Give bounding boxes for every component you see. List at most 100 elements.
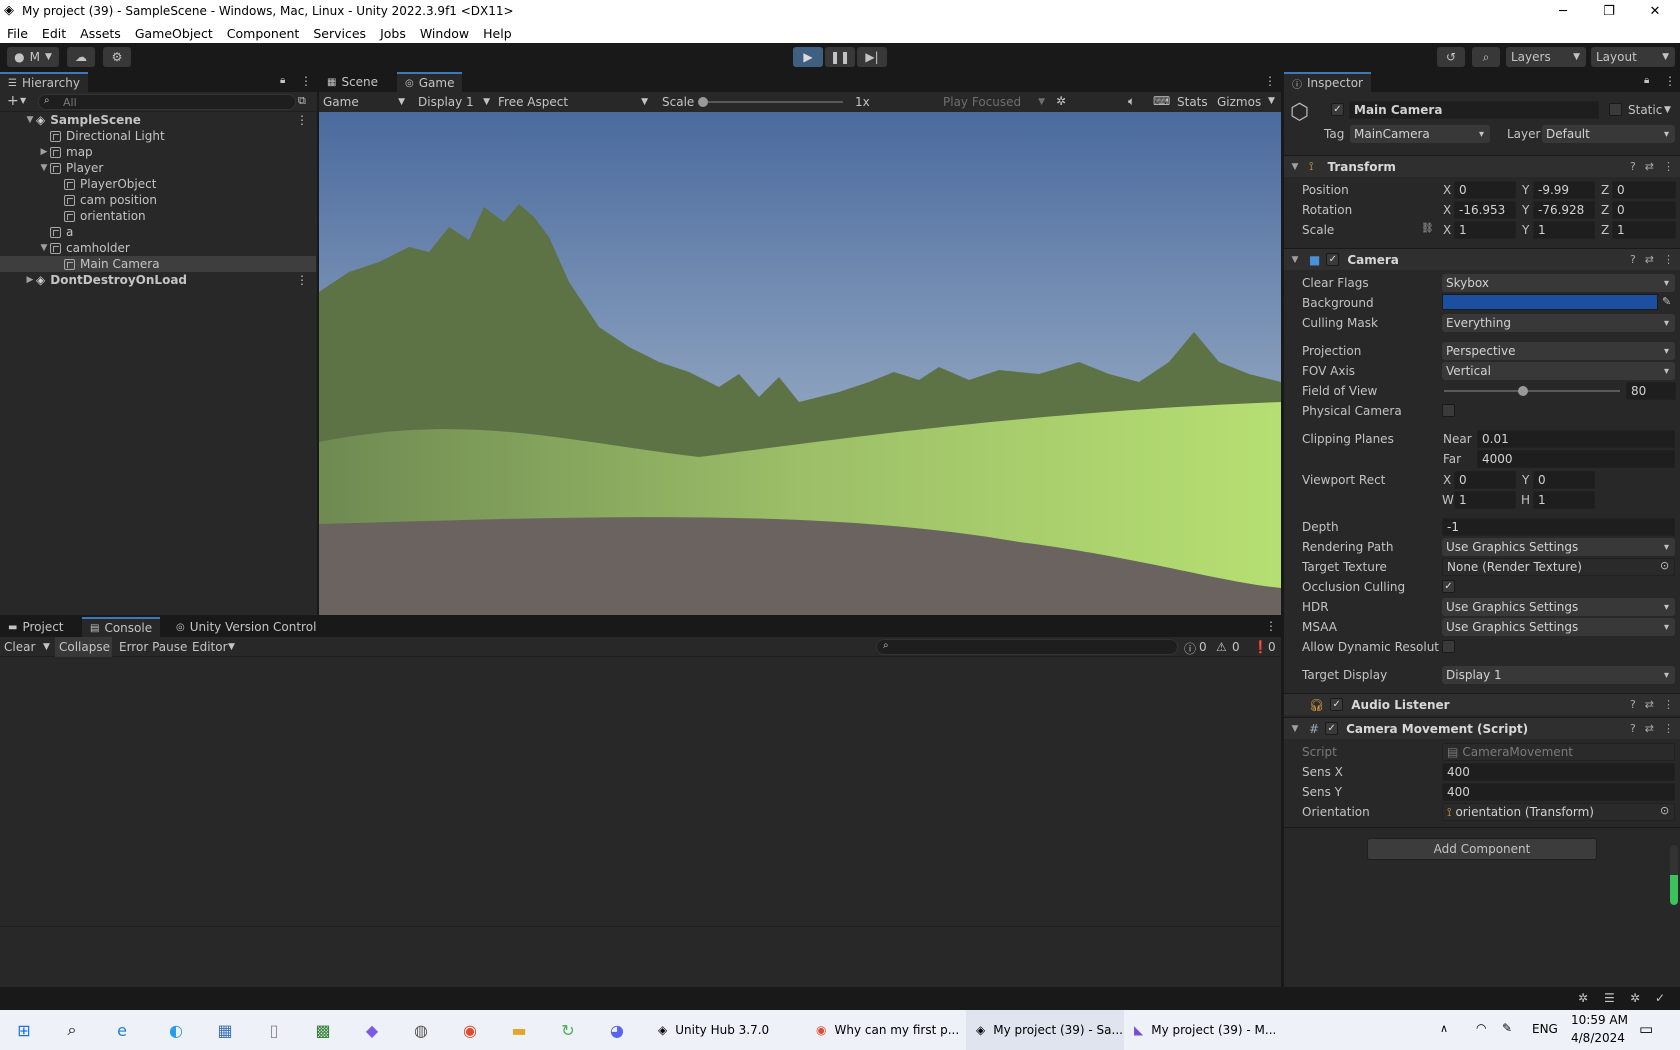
minecraft-icon[interactable]: ▩: [311, 1018, 335, 1042]
language-indicator[interactable]: ENG: [1532, 1022, 1558, 1036]
search-icon[interactable]: ⌕: [60, 1018, 84, 1042]
active-checkbox[interactable]: ✓: [1331, 103, 1344, 116]
bug-icon[interactable]: ✲: [1630, 991, 1640, 1005]
more-menu-icon[interactable]: ⋮: [296, 273, 308, 287]
internet-explorer-icon[interactable]: e: [110, 1018, 134, 1042]
preset-icon[interactable]: ⇄: [1645, 253, 1654, 266]
layer-dropdown[interactable]: Default: [1542, 125, 1675, 143]
chevron-down-icon[interactable]: ▼: [1664, 105, 1671, 115]
display-dropdown[interactable]: Display 1 ▼: [418, 93, 492, 111]
hdr-dropdown[interactable]: Use Graphics Settings: [1442, 598, 1675, 616]
more-menu-icon[interactable]: ⋮: [1663, 722, 1674, 735]
scene-visibility-icon[interactable]: ⧉: [298, 94, 306, 108]
hierarchy-item[interactable]: PlayerObject: [0, 176, 316, 192]
chevron-down-icon[interactable]: ▼: [228, 642, 235, 652]
collapse-toggle[interactable]: Collapse: [55, 637, 112, 657]
physical-camera-checkbox[interactable]: [1442, 404, 1455, 417]
tab-hierarchy[interactable]: ☰ Hierarchy: [0, 72, 88, 92]
rotation-x-field[interactable]: -16.953: [1454, 201, 1516, 219]
target-display-dropdown[interactable]: Display 1: [1442, 666, 1675, 684]
debug-icon[interactable]: ✲: [1578, 991, 1588, 1005]
more-menu-icon[interactable]: ⋮: [1265, 619, 1277, 633]
eyedropper-icon[interactable]: ✎: [1662, 295, 1671, 308]
help-icon[interactable]: ?: [1630, 722, 1636, 735]
console-log-area[interactable]: [0, 657, 1281, 927]
menu-jobs[interactable]: Jobs: [380, 26, 406, 41]
mute-audio-icon[interactable]: 🔈︎: [1128, 94, 1135, 109]
rendering-path-dropdown[interactable]: Use Graphics Settings: [1442, 538, 1675, 556]
calculator-icon[interactable]: ▦: [213, 1018, 237, 1042]
hierarchy-item[interactable]: ▶ map: [0, 144, 316, 160]
layers-dropdown[interactable]: Layers ▼: [1506, 47, 1586, 67]
error-icon[interactable]: ❗: [1253, 640, 1268, 654]
lock-icon[interactable]: 🔒︎: [280, 75, 285, 86]
error-pause-toggle[interactable]: Error Pause: [119, 640, 187, 654]
fov-slider-thumb[interactable]: [1518, 386, 1528, 396]
preset-icon[interactable]: ⇄: [1645, 722, 1654, 735]
expand-arrow-icon[interactable]: ▶: [24, 275, 36, 285]
chevron-down-icon[interactable]: ▼: [1268, 96, 1275, 106]
chevron-down-icon[interactable]: ▼: [20, 96, 26, 105]
info-count-icon[interactable]: ⓘ: [1184, 640, 1196, 657]
more-menu-icon[interactable]: ⋮: [300, 74, 312, 88]
menu-window[interactable]: Window: [420, 26, 469, 41]
game-view-dropdown[interactable]: Game ▼: [323, 93, 409, 111]
stats-button[interactable]: Stats: [1177, 95, 1208, 109]
preset-icon[interactable]: ⇄: [1645, 160, 1654, 173]
chrome-icon[interactable]: ◉: [458, 1018, 482, 1042]
viewport-h-field[interactable]: 1: [1533, 491, 1595, 509]
cache-icon[interactable]: ☰: [1604, 991, 1615, 1005]
clock-date[interactable]: 4/8/2024: [1571, 1031, 1625, 1045]
preset-icon[interactable]: ⇄: [1645, 698, 1654, 711]
fov-axis-dropdown[interactable]: Vertical: [1442, 362, 1675, 380]
game-viewport[interactable]: [319, 112, 1281, 615]
more-menu-icon[interactable]: ⋮: [1663, 253, 1674, 266]
camera-enabled-checkbox[interactable]: ✓: [1326, 253, 1340, 266]
wifi-icon[interactable]: ◠: [1476, 1021, 1486, 1035]
scale-slider[interactable]: [698, 97, 843, 107]
tab-project[interactable]: ▬ Project: [0, 617, 72, 637]
near-field[interactable]: 0.01: [1477, 430, 1675, 448]
link-icon[interactable]: ⛓: [1421, 223, 1434, 234]
discord-icon[interactable]: ◕: [605, 1018, 629, 1042]
app-icon[interactable]: ◆: [360, 1018, 384, 1042]
help-icon[interactable]: ?: [1630, 253, 1636, 266]
hierarchy-item[interactable]: Directional Light: [0, 128, 316, 144]
audio-listener-enabled-checkbox[interactable]: ✓: [1330, 698, 1344, 711]
fov-slider[interactable]: [1444, 386, 1620, 396]
taskbar-app-unity-hub[interactable]: ◈ Unity Hub 3.7.0: [654, 1010, 798, 1050]
clock-time[interactable]: 10:59 AM: [1571, 1013, 1628, 1027]
minimize-button[interactable]: ─: [1540, 0, 1586, 23]
pen-icon[interactable]: ✎: [1502, 1021, 1512, 1035]
taskbar-app-visual-studio[interactable]: ◣ My project (39) - M...: [1130, 1010, 1282, 1050]
menu-assets[interactable]: Assets: [80, 26, 121, 41]
check-circle-icon[interactable]: ✓: [1655, 991, 1665, 1005]
console-search-input[interactable]: ⌕: [876, 639, 1178, 655]
far-field[interactable]: 4000: [1477, 450, 1675, 468]
file-explorer-icon[interactable]: ▬: [507, 1018, 531, 1042]
scale-z-field[interactable]: 1: [1612, 221, 1676, 239]
step-button[interactable]: ▶|: [857, 47, 887, 67]
viewport-w-field[interactable]: 1: [1454, 491, 1516, 509]
viewport-y-field[interactable]: 0: [1533, 471, 1595, 489]
more-menu-icon[interactable]: ⋮: [1663, 160, 1674, 173]
fov-field[interactable]: 80: [1626, 382, 1676, 400]
maximize-button[interactable]: ❐: [1586, 0, 1632, 23]
hierarchy-item[interactable]: ▼ Player: [0, 160, 316, 176]
editor-dropdown[interactable]: Editor: [192, 640, 228, 654]
app-icon[interactable]: ↻: [556, 1018, 580, 1042]
tag-dropdown[interactable]: MainCamera: [1350, 125, 1490, 143]
tab-version-control[interactable]: ◎ Unity Version Control: [168, 617, 324, 637]
static-checkbox[interactable]: [1609, 103, 1622, 116]
collab-button[interactable]: ⚙: [103, 47, 131, 67]
hierarchy-item[interactable]: Main Camera: [0, 256, 316, 272]
more-menu-icon[interactable]: ⋮: [296, 113, 308, 127]
tab-game[interactable]: ◎ Game: [397, 72, 463, 92]
expand-arrow-icon[interactable]: ▼: [1289, 724, 1301, 734]
bug-icon[interactable]: ✲: [1056, 94, 1066, 108]
expand-arrow-icon[interactable]: ▼: [38, 243, 50, 253]
depth-field[interactable]: -1: [1442, 518, 1675, 536]
notepad-icon[interactable]: ▯: [262, 1018, 286, 1042]
hierarchy-item[interactable]: orientation: [0, 208, 316, 224]
hierarchy-item[interactable]: ▼ camholder: [0, 240, 316, 256]
